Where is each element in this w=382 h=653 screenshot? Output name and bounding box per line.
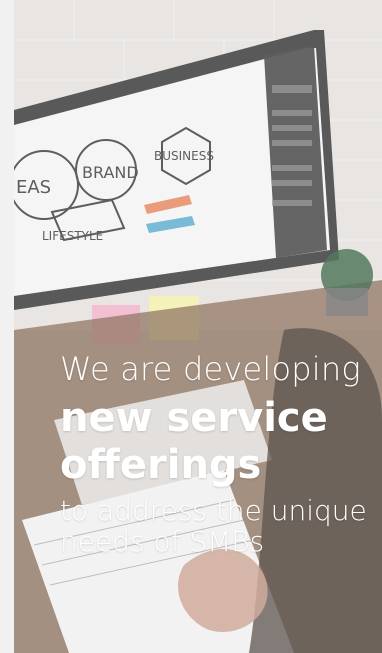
subline-line-2: needs of SMBs [60, 525, 265, 558]
hero-frame: EAS BRAND BUSINESS LIFESTYLE We are deve… [0, 0, 382, 653]
hero-text: We are developing new service offerings … [60, 350, 378, 558]
headline-line-1: We are developing [60, 350, 361, 388]
hero-image: EAS BRAND BUSINESS LIFESTYLE We are deve… [14, 0, 382, 653]
left-strip [0, 0, 14, 653]
headline-line-2: new service [60, 395, 328, 441]
headline-line-3: offerings [60, 442, 262, 488]
subline-line-1: to address the unique [60, 494, 367, 527]
